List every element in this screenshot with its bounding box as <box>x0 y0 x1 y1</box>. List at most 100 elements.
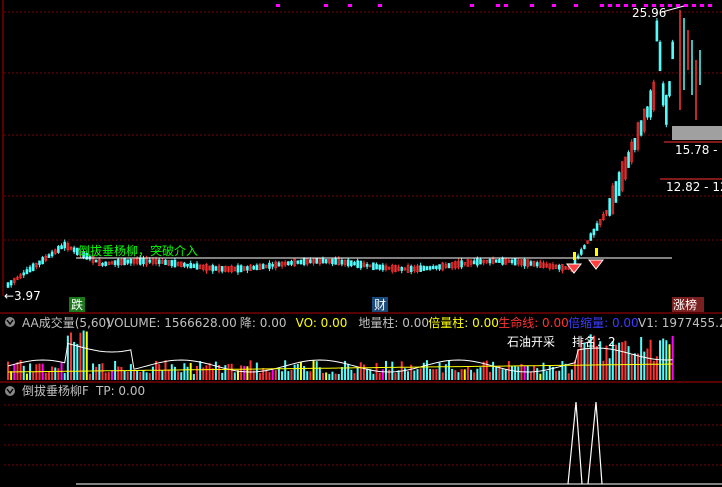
volume-bar <box>457 372 459 380</box>
candle-body <box>57 246 59 252</box>
volume-bar <box>511 366 513 380</box>
volume-bar <box>297 364 299 380</box>
candle-body <box>212 265 214 271</box>
candle-body <box>590 234 592 241</box>
candle-body <box>29 267 31 272</box>
volume-bar <box>231 364 233 380</box>
candle-body <box>325 259 327 262</box>
volume-bar <box>174 367 176 380</box>
volume-bar <box>16 362 18 380</box>
volume-bar <box>527 365 529 380</box>
level-label-low: 12.82 - 12 <box>666 180 722 194</box>
candle-body <box>335 259 337 265</box>
top-signal-dot <box>624 4 628 7</box>
candle-body <box>432 266 434 269</box>
volume-bar <box>606 346 608 380</box>
candle-body <box>372 263 374 270</box>
volume-bar <box>473 372 475 380</box>
volume-bar <box>86 331 88 380</box>
volume-bar <box>51 366 53 380</box>
candle-body <box>26 270 28 274</box>
volume-bar <box>366 369 368 380</box>
volume-bar <box>199 361 201 380</box>
candle-body <box>502 258 504 265</box>
volume-bar <box>291 370 293 380</box>
candle-body <box>461 261 463 267</box>
volume-bar <box>193 374 195 380</box>
volume-bar <box>341 367 343 380</box>
candle-body <box>51 252 53 256</box>
candle-body <box>382 265 384 270</box>
volume-bar <box>117 366 119 380</box>
volume-bar <box>621 342 623 380</box>
signal-bar <box>595 248 598 256</box>
candle-body <box>105 262 107 266</box>
volume-bar <box>335 374 337 380</box>
level-box <box>672 126 722 140</box>
candle-body <box>524 259 526 266</box>
volume-bar <box>196 366 198 380</box>
volume-bar <box>177 371 179 380</box>
candle-body <box>171 260 173 265</box>
volume-bar <box>284 360 286 380</box>
volume-bar <box>536 368 538 380</box>
candle-body <box>331 259 333 264</box>
volume-bar <box>413 371 415 380</box>
candle-body <box>73 248 75 252</box>
collapse-indicator-icon[interactable] <box>5 386 15 396</box>
candle-body <box>95 260 97 262</box>
volume-bar <box>360 362 362 380</box>
badge-left: 跌 <box>71 297 83 312</box>
volume-bar <box>672 336 674 380</box>
volume-header-item: 生命线: 0.00 <box>498 315 569 330</box>
candle-body <box>659 42 661 71</box>
top-signal-dot <box>378 4 382 7</box>
volume-bar <box>246 366 248 380</box>
volume-bar <box>7 362 9 380</box>
volume-bar <box>180 372 182 380</box>
candle-body <box>665 95 667 124</box>
volume-bar <box>640 337 642 380</box>
volume-bar <box>224 365 226 380</box>
volume-bar <box>574 361 576 380</box>
volume-bar <box>328 374 330 380</box>
candle-body <box>379 265 381 269</box>
volume-bar <box>451 369 453 380</box>
candle-body <box>124 258 126 264</box>
volume-bar <box>372 374 374 380</box>
collapse-volume-icon[interactable] <box>5 317 15 327</box>
candle-body <box>193 265 195 268</box>
volume-header-item: 地量柱: 0.00 <box>358 315 429 330</box>
volume-header-item: VOLUME: 1566628.00 <box>106 316 237 330</box>
candle-body <box>165 260 167 265</box>
candle-body <box>580 250 582 255</box>
candle-body <box>426 267 428 270</box>
candle-body <box>268 263 270 268</box>
candle-body <box>237 266 239 273</box>
volume-bar <box>618 343 620 380</box>
candle-body <box>114 261 116 265</box>
volume-bar <box>287 371 289 380</box>
top-signal-dot <box>684 4 688 7</box>
volume-bar <box>32 372 34 380</box>
volume-bar <box>448 360 450 380</box>
volume-bar <box>190 363 192 380</box>
volume-bar <box>476 369 478 380</box>
badge-right: 涨榜 <box>673 297 697 312</box>
volume-bar <box>530 372 532 380</box>
candle-body <box>596 224 598 231</box>
candle-body <box>656 21 658 41</box>
candle-body <box>530 262 532 266</box>
candle-body <box>278 263 280 267</box>
candle-body <box>511 260 513 263</box>
candle-body <box>558 265 560 269</box>
volume-bar <box>495 367 497 380</box>
volume-bar <box>558 371 560 380</box>
candle-body <box>190 263 192 268</box>
candle-body <box>240 266 242 272</box>
volume-bar <box>662 339 664 380</box>
stock-chart[interactable]: 25.96 ←3.97 倒拔垂杨柳，突破介入 15.78 - 1 12.82 -… <box>0 0 722 487</box>
candle-body <box>473 261 475 264</box>
volume-bar <box>489 372 491 380</box>
candle-body <box>48 255 50 258</box>
